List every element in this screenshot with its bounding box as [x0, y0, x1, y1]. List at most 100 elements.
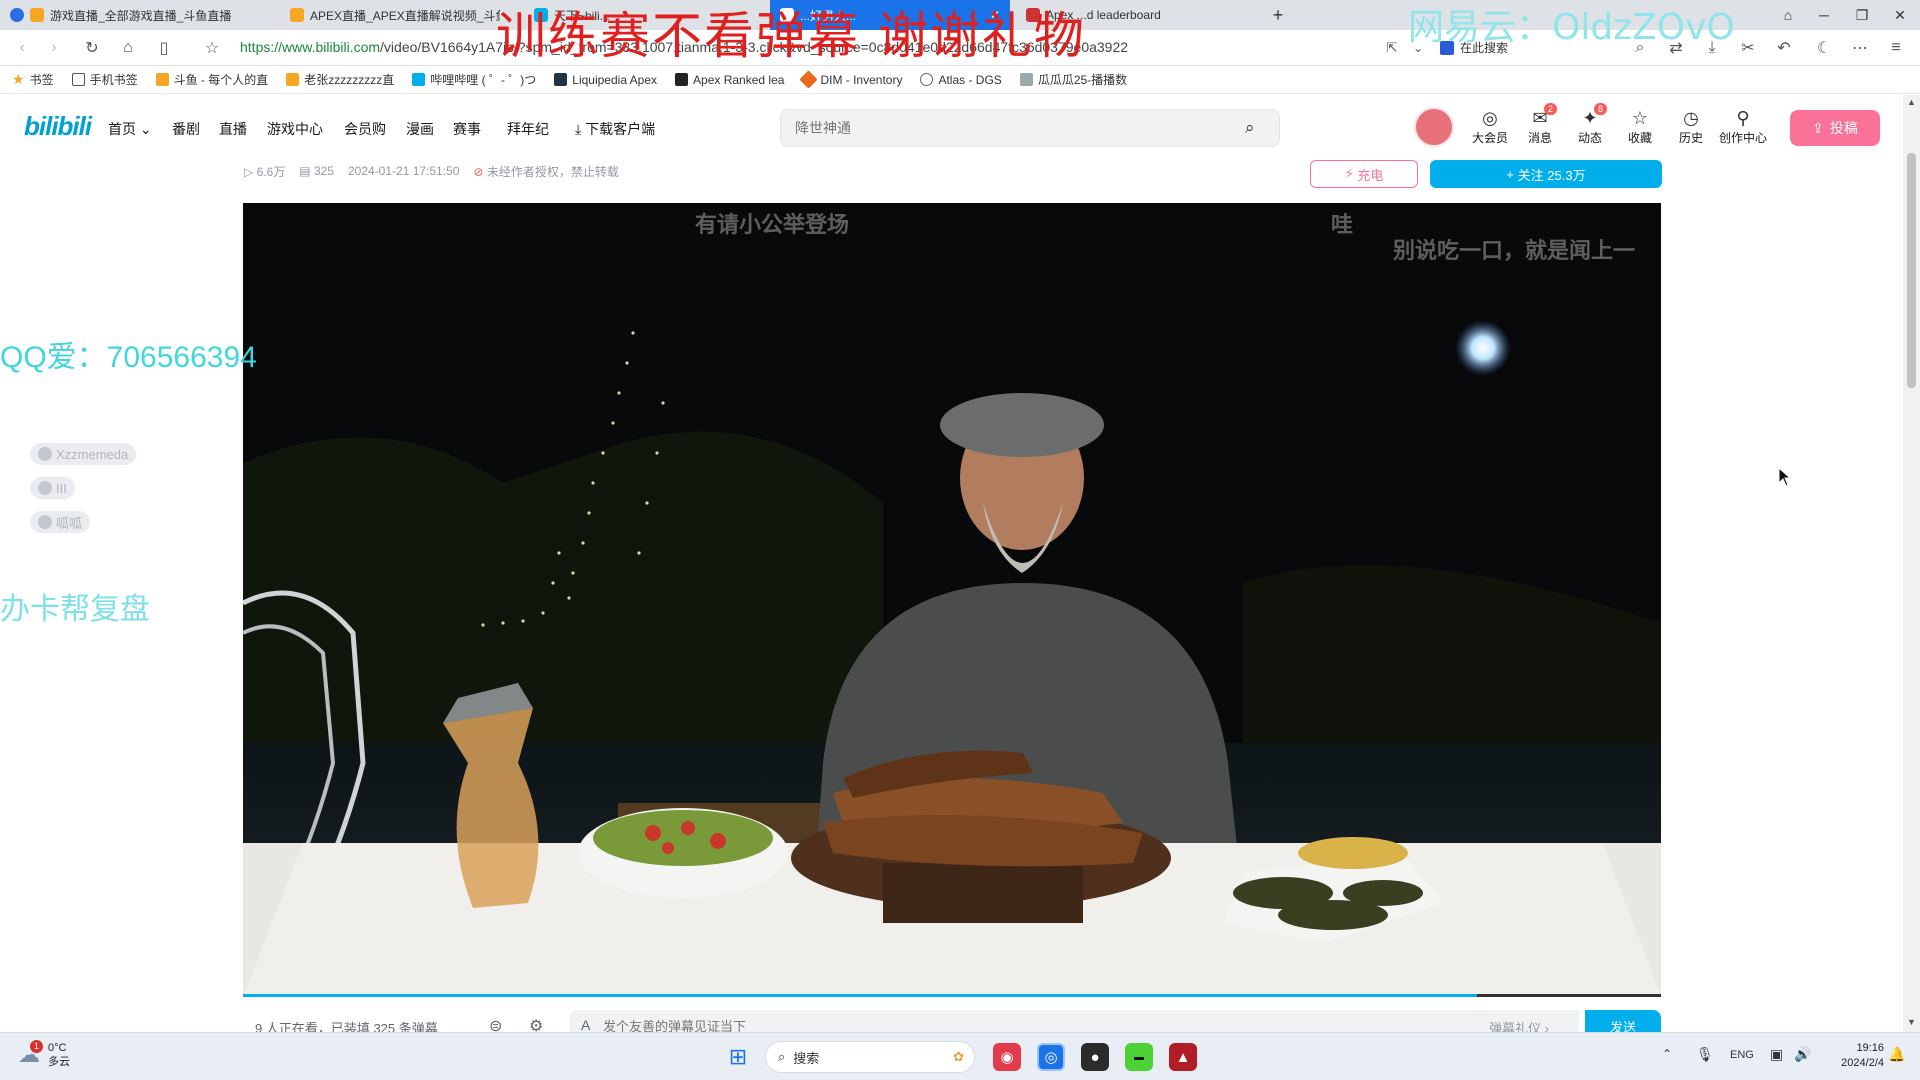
forward-icon[interactable]: ›: [42, 36, 66, 60]
nav-favorites[interactable]: ☆ 收藏: [1615, 107, 1665, 146]
menu-icon[interactable]: ≡: [1884, 36, 1908, 60]
video-player[interactable]: 有请小公举登场 哇 别说吃一口，就是闻上一: [243, 203, 1661, 997]
undo-icon[interactable]: ↶: [1772, 36, 1796, 60]
start-icon[interactable]: ⊞: [724, 1043, 752, 1071]
clock-time: 19:16: [1856, 1042, 1884, 1054]
nav-bangumi[interactable]: 番剧: [172, 119, 200, 139]
bookmark-item[interactable]: Atlas - DGS: [920, 72, 1002, 87]
pin-icon[interactable]: ⌂: [1768, 0, 1808, 30]
input-language[interactable]: ENG: [1730, 1049, 1754, 1061]
scroll-down-icon[interactable]: ▼: [1907, 1017, 1916, 1027]
nav-dynamic[interactable]: ✦ 8 动态: [1565, 103, 1615, 146]
overlay-card-promo: 办卡帮复盘: [0, 592, 150, 627]
bookmark-item[interactable]: 老张zzzzzzzzz直: [286, 71, 394, 88]
avatar[interactable]: [1414, 107, 1454, 147]
bookmark-item[interactable]: Apex Ranked lea: [675, 73, 784, 87]
site-icon: [1019, 73, 1033, 86]
nav-new-year[interactable]: 拜年纪: [507, 119, 549, 139]
bookmark-item[interactable]: ★ 书签: [12, 71, 54, 88]
share-icon[interactable]: ⇱: [1380, 36, 1404, 60]
video-progress-bar[interactable]: [243, 994, 1661, 997]
weather-widget[interactable]: ☁ 1 0°C 多云: [18, 1040, 70, 1069]
danmaku-comment: 别说吃一口，就是闻上一: [1393, 238, 1636, 263]
night-mode-icon[interactable]: ☾: [1812, 36, 1836, 60]
bookmark-item[interactable]: 瓜瓜瓜25-播播数: [1019, 71, 1128, 88]
bookmark-label: 瓜瓜瓜25-播播数: [1037, 73, 1128, 87]
bilibili-logo[interactable]: bilibili: [24, 111, 92, 142]
font-style-icon[interactable]: A: [581, 1017, 590, 1033]
upload-icon: ⇪: [1812, 119, 1824, 136]
bookmark-item[interactable]: 哔哩哔哩 ( ゜- ゜)つ: [412, 71, 536, 88]
screenshot-icon[interactable]: ✂: [1736, 36, 1760, 60]
plus-icon: +: [1506, 166, 1515, 182]
network-icon[interactable]: ▣: [1770, 1046, 1783, 1063]
scrollbar-thumb[interactable]: [1907, 153, 1916, 388]
nav-messages[interactable]: ✉ 2 消息: [1515, 103, 1565, 146]
apex-icon: [675, 73, 689, 86]
obs-icon[interactable]: ●: [1081, 1043, 1109, 1071]
search-icon[interactable]: ⌕: [1245, 118, 1255, 138]
taskbar-search[interactable]: ⌕ 搜索 ✿: [765, 1041, 975, 1073]
bookmark-label: 哔哩哔哩 ( ゜- ゜)つ: [430, 73, 537, 87]
restore-icon[interactable]: ❐: [1842, 0, 1882, 30]
bookmark-item[interactable]: 斗鱼 - 每个人的直: [155, 71, 269, 88]
nav-match[interactable]: 赛事: [453, 119, 481, 139]
bookmark-label: Atlas - DGS: [938, 72, 1002, 87]
nav-vip[interactable]: ◎ 大会员: [1465, 107, 1515, 146]
microphone-icon[interactable]: 🎙: [1696, 1046, 1714, 1063]
viewer-name: 呱呱: [56, 515, 83, 531]
bookmark-item[interactable]: 手机书签: [71, 71, 138, 88]
page-scrollbar[interactable]: ▲ ▼: [1903, 95, 1920, 1032]
new-tab-button[interactable]: +: [1258, 0, 1298, 30]
nav-label: 大会员: [1471, 131, 1508, 145]
star-icon: ★: [12, 71, 25, 87]
bookmark-label: 斗鱼 - 每个人的直: [173, 73, 269, 87]
more-icon[interactable]: ⋯: [1848, 36, 1872, 60]
bookmark-item[interactable]: Liquipedia Apex: [554, 73, 657, 87]
taskbar-search-label: 搜索: [793, 1050, 820, 1066]
copyright-note: ⊘ 未经作者授权，禁止转载: [473, 163, 618, 180]
tab-apex-douyu[interactable]: APEX直播_APEX直播解说视频_斗鱼: [280, 0, 500, 30]
clock[interactable]: 19:16 2024/2/4: [1828, 1041, 1884, 1071]
bookmark-label: Apex Ranked lea: [693, 72, 785, 87]
charge-button[interactable]: ⚡ 充电: [1310, 160, 1418, 188]
scroll-up-icon[interactable]: ▲: [1907, 97, 1916, 107]
nav-live[interactable]: 直播: [219, 119, 247, 139]
bookmark-item[interactable]: DIM - Inventory: [799, 70, 902, 89]
windows-taskbar: ☁ 1 0°C 多云 ⊞ ⌕ 搜索 ✿ ◉ ◎ ● ▬ ▲ ⌃ 🎙 ENG ▣ 🔊…: [0, 1032, 1920, 1080]
reader-icon[interactable]: ▯: [152, 36, 176, 60]
nav-manga[interactable]: 漫画: [406, 119, 434, 139]
home-icon[interactable]: ⌂: [116, 36, 140, 60]
nav-creator-center[interactable]: ⚲ 创作中心: [1718, 107, 1768, 146]
back-icon[interactable]: ‹: [10, 36, 34, 60]
forbidden-icon: ⊘: [473, 164, 484, 179]
nav-download-client[interactable]: ⤓ 下载客户端: [575, 119, 655, 139]
nav-label: 动态: [1577, 131, 1602, 145]
nav-game-center[interactable]: 游戏中心: [267, 119, 323, 139]
tab-douyu-games[interactable]: 游戏直播_全部游戏直播_斗鱼直播: [0, 0, 276, 30]
bookmark-star-icon[interactable]: ☆: [200, 36, 224, 60]
nav-mall[interactable]: 会员购: [344, 119, 386, 139]
search-highlight-icon: ✿: [953, 1049, 964, 1064]
reload-icon[interactable]: ↻: [80, 36, 104, 60]
bookmark-label: 老张zzzzzzzzz直: [304, 73, 395, 87]
danmaku-count-value: 325: [313, 164, 334, 178]
lightning-icon: ⚡: [1344, 166, 1354, 181]
volume-icon[interactable]: 🔊: [1794, 1046, 1811, 1063]
netease-music-icon[interactable]: ◉: [993, 1043, 1021, 1071]
notification-bell-icon[interactable]: 🔔: [1888, 1046, 1905, 1063]
charge-label: 充电: [1357, 167, 1384, 183]
nvidia-icon[interactable]: ▬: [1125, 1043, 1153, 1071]
nav-home[interactable]: 首页 ⌄: [108, 119, 152, 139]
minimize-icon[interactable]: ─: [1804, 0, 1844, 30]
nav-history[interactable]: ◷ 历史: [1666, 107, 1716, 146]
follow-button[interactable]: + 关注 25.3万: [1430, 160, 1662, 188]
chevron-up-icon[interactable]: ⌃: [1662, 1047, 1672, 1061]
bookmark-label: Liquipedia Apex: [572, 72, 658, 87]
upload-button[interactable]: ⇪ 投稿: [1790, 110, 1880, 146]
site-search-input[interactable]: [781, 110, 1221, 146]
browser-icon[interactable]: ◎: [1037, 1043, 1065, 1071]
cloud-icon: ☁ 1: [18, 1040, 44, 1068]
apex-icon[interactable]: ▲: [1169, 1043, 1197, 1071]
close-window-icon[interactable]: ✕: [1880, 0, 1920, 30]
